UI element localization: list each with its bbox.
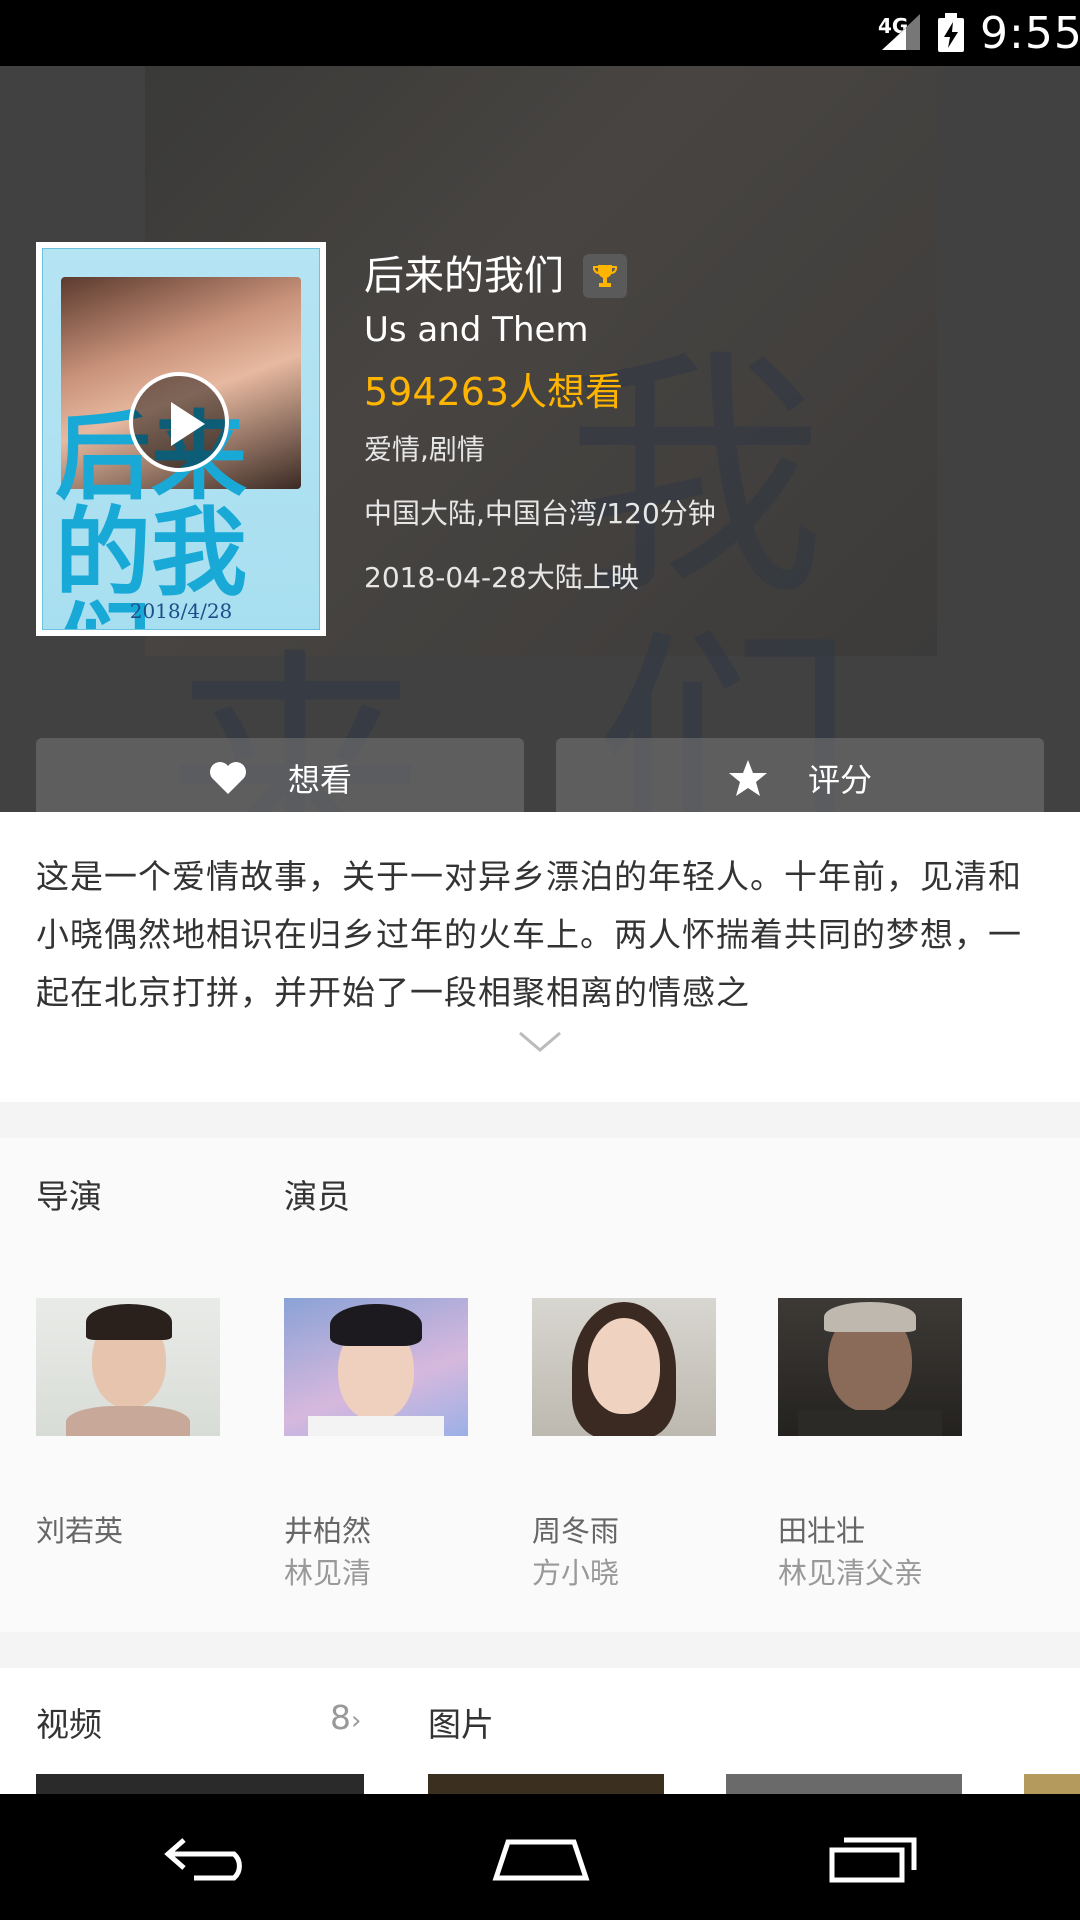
cast-name: 田壮壮 [778,1514,866,1548]
cast-card[interactable]: 田壮壮 林见清父亲 [778,1298,962,1594]
actor-label: 演员 [284,1177,350,1216]
heart-icon [208,760,248,796]
synopsis-section[interactable]: 这是一个爱情故事，关于一对异乡漂泊的年轻人。十年前，见清和小晓偶然地相识在归乡过… [0,812,1080,1102]
status-bar: 4G 9:55 [0,0,1080,66]
avatar [778,1298,962,1436]
image-label: 图片 [428,1705,494,1744]
want-button[interactable]: 想看 [36,738,524,812]
want-label: 想看 [287,761,352,799]
release-date: 2018-04-28大陆上映 [364,561,639,594]
avatar [532,1298,716,1436]
synopsis-text: 这是一个爱情故事，关于一对异乡漂泊的年轻人。十年前，见清和小晓偶然地相识在归乡过… [36,857,1022,1012]
trophy-icon[interactable] [583,254,628,298]
clock: 9:55 [980,8,1080,59]
chevron-right-icon: › [351,1706,362,1736]
cast-section: 导演 演员 刘若英 井柏然 林见清 周冬雨 方小晓 田壮壮 林见清父亲 [0,1138,1080,1632]
genre: 爱情,剧情 [364,433,485,466]
home-icon[interactable] [492,1834,590,1884]
play-icon[interactable] [129,372,229,472]
signal-icon [882,14,920,50]
cast-role: 林见清 [284,1556,372,1590]
want-count: 594263人想看 [364,370,624,414]
image-thumbnail[interactable] [428,1774,664,1794]
media-section: 视频 8› 图片 [0,1668,1080,1794]
cast-name: 周冬雨 [532,1514,620,1548]
movie-info: 后来的我们 Us and Them 594263人想看 爱情,剧情 中国大陆,中… [364,248,716,598]
video-label: 视频 [36,1705,102,1744]
cast-role: 林见清父亲 [778,1556,924,1590]
avatar [36,1298,220,1436]
star-icon [728,759,768,797]
navigation-bar [0,1794,1080,1920]
poster-date: 2018/4/28 [129,599,233,623]
chevron-down-icon[interactable] [518,1030,562,1054]
video-thumbnail[interactable] [36,1774,364,1794]
back-icon[interactable] [164,1834,256,1884]
region-duration: 中国大陆,中国台湾/120分钟 [364,497,716,530]
cast-card[interactable]: 井柏然 林见清 [284,1298,468,1594]
cast-role: 方小晓 [532,1556,620,1590]
movie-title: 后来的我们 [364,253,564,299]
battery-icon [938,13,964,52]
video-count-link[interactable]: 8› [330,1698,361,1737]
movie-header: 我 来 们 后来的我们 2018/4/28 后来的我们 Us and Them … [0,66,1080,812]
rate-button[interactable]: 评分 [556,738,1044,812]
image-thumbnail[interactable] [726,1774,962,1794]
video-count: 8 [330,1698,351,1737]
director-label: 导演 [36,1177,102,1216]
rate-label: 评分 [807,761,872,799]
cast-name: 刘若英 [36,1514,124,1548]
movie-title-en: Us and Them [364,310,589,350]
avatar [284,1298,468,1436]
cast-card[interactable]: 周冬雨 方小晓 [532,1298,716,1594]
recents-icon[interactable] [828,1834,918,1884]
image-thumbnail[interactable] [1024,1774,1080,1794]
movie-poster[interactable]: 后来的我们 2018/4/28 [36,242,326,636]
cast-name: 井柏然 [284,1514,372,1548]
cast-card[interactable]: 刘若英 [36,1298,220,1552]
